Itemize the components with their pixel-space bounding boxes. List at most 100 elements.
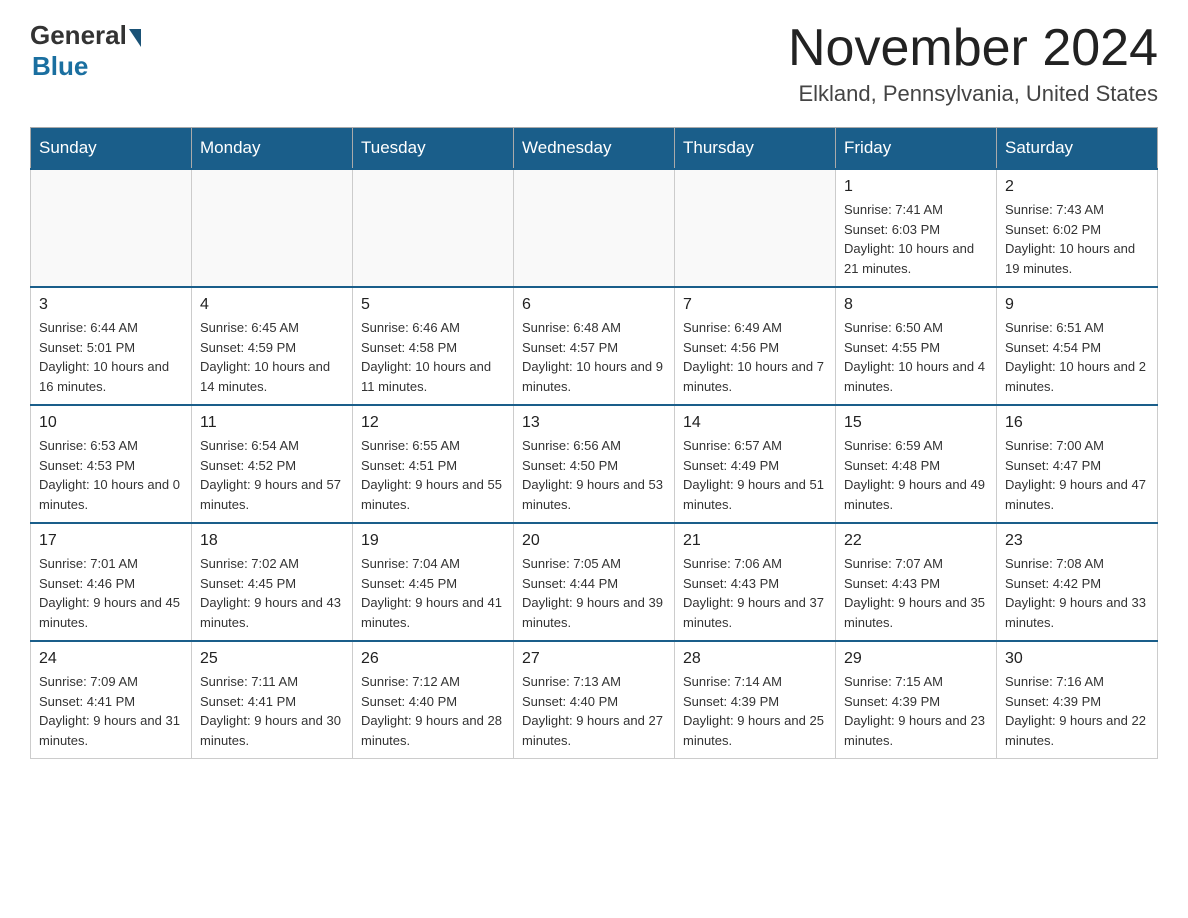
weekday-header-wednesday: Wednesday: [514, 128, 675, 170]
calendar-cell: 10 Sunrise: 6:53 AMSunset: 4:53 PMDayligh…: [31, 405, 192, 523]
day-number: 20: [522, 532, 666, 550]
day-info: Sunrise: 7:13 AMSunset: 4:40 PMDaylight:…: [522, 672, 666, 750]
day-number: 11: [200, 414, 344, 432]
calendar-cell: 2 Sunrise: 7:43 AMSunset: 6:02 PMDaylight…: [997, 169, 1158, 287]
calendar-cell: 6Sunrise: 6:48 AMSunset: 4:57 PMDaylight…: [514, 287, 675, 405]
day-number: 8: [844, 296, 988, 314]
day-number: 3: [39, 296, 183, 314]
week-row-4: 17 Sunrise: 7:01 AMSunset: 4:46 PMDayligh…: [31, 523, 1158, 641]
day-info: Sunrise: 7:02 AMSunset: 4:45 PMDaylight:…: [200, 554, 344, 632]
title-section: November 2024 Elkland, Pennsylvania, Uni…: [788, 20, 1158, 107]
day-info: Sunrise: 7:43 AMSunset: 6:02 PMDaylight:…: [1005, 200, 1149, 278]
day-info: Sunrise: 7:08 AMSunset: 4:42 PMDaylight:…: [1005, 554, 1149, 632]
day-number: 4: [200, 296, 344, 314]
day-number: 7: [683, 296, 827, 314]
calendar-cell: 21Sunrise: 7:06 AMSunset: 4:43 PMDayligh…: [675, 523, 836, 641]
weekday-header-friday: Friday: [836, 128, 997, 170]
calendar-cell: [675, 169, 836, 287]
calendar-cell: 19Sunrise: 7:04 AMSunset: 4:45 PMDayligh…: [353, 523, 514, 641]
day-info: Sunrise: 6:50 AMSunset: 4:55 PMDaylight:…: [844, 318, 988, 396]
calendar-cell: [514, 169, 675, 287]
day-info: Sunrise: 6:49 AMSunset: 4:56 PMDaylight:…: [683, 318, 827, 396]
calendar-cell: 23 Sunrise: 7:08 AMSunset: 4:42 PMDayligh…: [997, 523, 1158, 641]
calendar-cell: 11Sunrise: 6:54 AMSunset: 4:52 PMDayligh…: [192, 405, 353, 523]
day-info: Sunrise: 6:53 AMSunset: 4:53 PMDaylight:…: [39, 436, 183, 514]
calendar-cell: 26Sunrise: 7:12 AMSunset: 4:40 PMDayligh…: [353, 641, 514, 759]
day-number: 17: [39, 532, 183, 550]
calendar-cell: 9 Sunrise: 6:51 AMSunset: 4:54 PMDaylight…: [997, 287, 1158, 405]
logo-general-text: General: [30, 20, 127, 51]
day-number: 13: [522, 414, 666, 432]
day-info: Sunrise: 7:07 AMSunset: 4:43 PMDaylight:…: [844, 554, 988, 632]
calendar-cell: 5 Sunrise: 6:46 AMSunset: 4:58 PMDaylight…: [353, 287, 514, 405]
calendar-cell: 28 Sunrise: 7:14 AMSunset: 4:39 PMDayligh…: [675, 641, 836, 759]
weekday-header-saturday: Saturday: [997, 128, 1158, 170]
day-number: 27: [522, 650, 666, 668]
calendar-cell: 16 Sunrise: 7:00 AMSunset: 4:47 PMDayligh…: [997, 405, 1158, 523]
weekday-header-tuesday: Tuesday: [353, 128, 514, 170]
month-title: November 2024: [788, 20, 1158, 77]
day-info: Sunrise: 7:00 AMSunset: 4:47 PMDaylight:…: [1005, 436, 1149, 514]
calendar-cell: 22 Sunrise: 7:07 AMSunset: 4:43 PMDayligh…: [836, 523, 997, 641]
day-info: Sunrise: 6:56 AMSunset: 4:50 PMDaylight:…: [522, 436, 666, 514]
day-number: 10: [39, 414, 183, 432]
day-number: 29: [844, 650, 988, 668]
calendar-cell: [192, 169, 353, 287]
day-number: 24: [39, 650, 183, 668]
day-number: 15: [844, 414, 988, 432]
day-number: 12: [361, 414, 505, 432]
day-number: 19: [361, 532, 505, 550]
day-info: Sunrise: 6:59 AMSunset: 4:48 PMDaylight:…: [844, 436, 988, 514]
calendar-cell: 20 Sunrise: 7:05 AMSunset: 4:44 PMDayligh…: [514, 523, 675, 641]
day-number: 16: [1005, 414, 1149, 432]
day-info: Sunrise: 6:51 AMSunset: 4:54 PMDaylight:…: [1005, 318, 1149, 396]
day-info: Sunrise: 6:44 AMSunset: 5:01 PMDaylight:…: [39, 318, 183, 396]
day-info: Sunrise: 7:06 AMSunset: 4:43 PMDaylight:…: [683, 554, 827, 632]
logo: General Blue: [30, 20, 141, 82]
week-row-2: 3 Sunrise: 6:44 AMSunset: 5:01 PMDaylight…: [31, 287, 1158, 405]
day-number: 1: [844, 178, 988, 196]
day-number: 9: [1005, 296, 1149, 314]
logo-blue-text: Blue: [32, 51, 88, 82]
calendar-cell: 18Sunrise: 7:02 AMSunset: 4:45 PMDayligh…: [192, 523, 353, 641]
calendar-cell: 29 Sunrise: 7:15 AMSunset: 4:39 PMDayligh…: [836, 641, 997, 759]
day-info: Sunrise: 7:01 AMSunset: 4:46 PMDaylight:…: [39, 554, 183, 632]
calendar-cell: 1 Sunrise: 7:41 AMSunset: 6:03 PMDaylight…: [836, 169, 997, 287]
calendar-cell: [353, 169, 514, 287]
day-number: 6: [522, 296, 666, 314]
location-text: Elkland, Pennsylvania, United States: [788, 81, 1158, 107]
page-header: General Blue November 2024 Elkland, Penn…: [30, 20, 1158, 107]
calendar-cell: 17 Sunrise: 7:01 AMSunset: 4:46 PMDayligh…: [31, 523, 192, 641]
weekday-header-monday: Monday: [192, 128, 353, 170]
day-number: 23: [1005, 532, 1149, 550]
calendar-cell: 12Sunrise: 6:55 AMSunset: 4:51 PMDayligh…: [353, 405, 514, 523]
week-row-3: 10 Sunrise: 6:53 AMSunset: 4:53 PMDayligh…: [31, 405, 1158, 523]
day-info: Sunrise: 7:15 AMSunset: 4:39 PMDaylight:…: [844, 672, 988, 750]
day-number: 22: [844, 532, 988, 550]
calendar-cell: 15 Sunrise: 6:59 AMSunset: 4:48 PMDayligh…: [836, 405, 997, 523]
week-row-5: 24 Sunrise: 7:09 AMSunset: 4:41 PMDayligh…: [31, 641, 1158, 759]
day-info: Sunrise: 6:57 AMSunset: 4:49 PMDaylight:…: [683, 436, 827, 514]
day-info: Sunrise: 7:41 AMSunset: 6:03 PMDaylight:…: [844, 200, 988, 278]
day-number: 14: [683, 414, 827, 432]
day-number: 28: [683, 650, 827, 668]
calendar-cell: 25Sunrise: 7:11 AMSunset: 4:41 PMDayligh…: [192, 641, 353, 759]
calendar-cell: 8 Sunrise: 6:50 AMSunset: 4:55 PMDaylight…: [836, 287, 997, 405]
calendar-cell: [31, 169, 192, 287]
day-info: Sunrise: 7:05 AMSunset: 4:44 PMDaylight:…: [522, 554, 666, 632]
calendar-cell: 13 Sunrise: 6:56 AMSunset: 4:50 PMDayligh…: [514, 405, 675, 523]
weekday-header-sunday: Sunday: [31, 128, 192, 170]
calendar-cell: 27 Sunrise: 7:13 AMSunset: 4:40 PMDayligh…: [514, 641, 675, 759]
calendar-cell: 14 Sunrise: 6:57 AMSunset: 4:49 PMDayligh…: [675, 405, 836, 523]
day-info: Sunrise: 6:46 AMSunset: 4:58 PMDaylight:…: [361, 318, 505, 396]
day-info: Sunrise: 7:14 AMSunset: 4:39 PMDaylight:…: [683, 672, 827, 750]
day-info: Sunrise: 7:11 AMSunset: 4:41 PMDaylight:…: [200, 672, 344, 750]
day-number: 5: [361, 296, 505, 314]
day-info: Sunrise: 7:09 AMSunset: 4:41 PMDaylight:…: [39, 672, 183, 750]
calendar-cell: 7 Sunrise: 6:49 AMSunset: 4:56 PMDaylight…: [675, 287, 836, 405]
calendar-header-row: SundayMondayTuesdayWednesdayThursdayFrid…: [31, 128, 1158, 170]
day-number: 2: [1005, 178, 1149, 196]
calendar-cell: 3 Sunrise: 6:44 AMSunset: 5:01 PMDaylight…: [31, 287, 192, 405]
day-info: Sunrise: 7:12 AMSunset: 4:40 PMDaylight:…: [361, 672, 505, 750]
day-number: 30: [1005, 650, 1149, 668]
